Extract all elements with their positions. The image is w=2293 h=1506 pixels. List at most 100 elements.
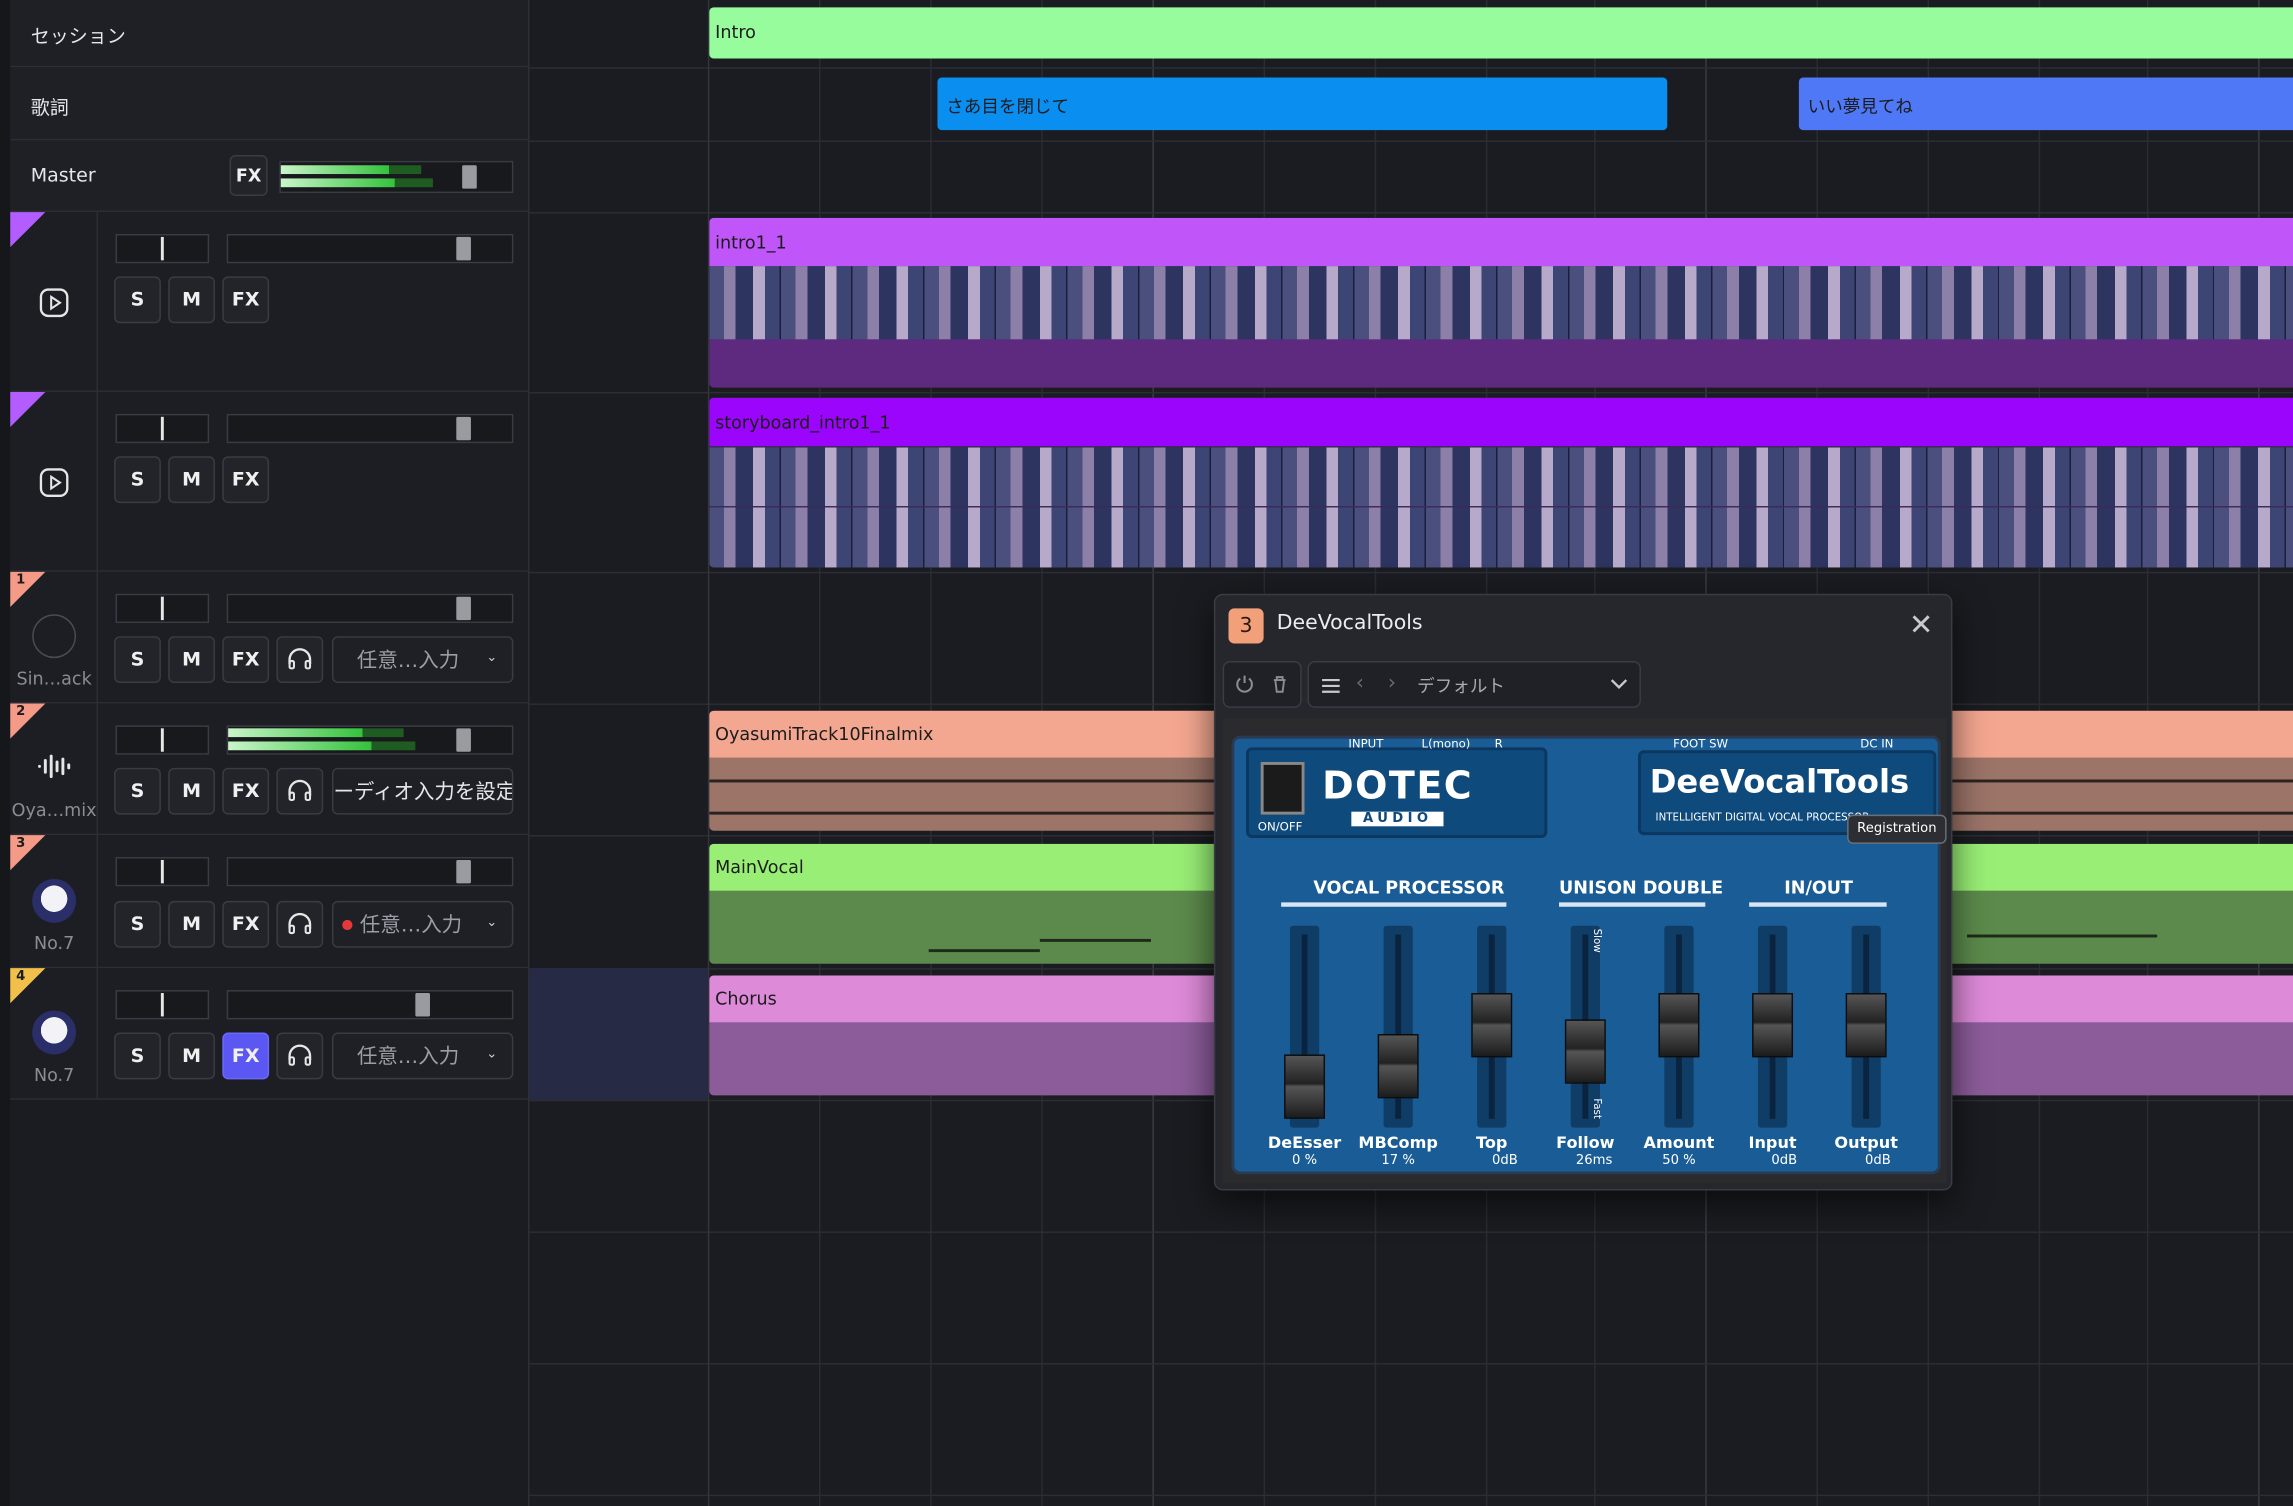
menu-icon[interactable] [1321, 677, 1341, 695]
audio-input-select[interactable]: ーディオ入力を設定 [331, 767, 514, 815]
audio-input-select[interactable]: 任意…入力 ⌄ [331, 900, 514, 948]
output-slider[interactable] [1845, 925, 1887, 1128]
solo-button[interactable]: S [114, 276, 161, 324]
lyric-clip[interactable]: いい夢見てね [1798, 77, 2293, 131]
pan-control[interactable] [115, 234, 210, 264]
session-row[interactable]: セッション [10, 0, 528, 68]
track-video-1[interactable]: S M FX [10, 212, 528, 392]
solo-button[interactable]: S [114, 636, 161, 683]
fx-button[interactable]: FX [222, 767, 270, 815]
mute-button[interactable]: M [168, 900, 215, 948]
onoff-switch[interactable] [1260, 761, 1305, 815]
input-select-value: 任意…入力 [356, 649, 460, 673]
lyric-clip[interactable]: さあ目を閉じて [937, 77, 1668, 131]
deesser-slider[interactable] [1284, 925, 1326, 1128]
video-clip[interactable]: storyboard_intro1_1 [709, 397, 2293, 568]
volume-fader[interactable] [226, 990, 514, 1020]
pan-control[interactable] [115, 593, 210, 624]
volume-fader[interactable] [226, 593, 514, 624]
brand-logo: DOTEC [1322, 764, 1474, 809]
master-fader[interactable] [279, 160, 514, 194]
track-1[interactable]: 1 Sin…ack S M FX 任意…入力 ⌄ [10, 571, 528, 704]
solo-button[interactable]: S [114, 767, 161, 815]
chevron-down-icon[interactable] [1610, 679, 1628, 691]
fx-button[interactable]: FX [222, 636, 270, 683]
mute-button[interactable]: M [168, 767, 215, 815]
knob-value: 26ms [1575, 1153, 1613, 1169]
solo-button[interactable]: S [114, 1032, 161, 1080]
volume-fader[interactable] [226, 413, 514, 444]
chevron-right-icon[interactable]: › [1388, 671, 1396, 694]
fx-button[interactable]: FX [222, 456, 270, 504]
slider-cap[interactable] [1845, 993, 1887, 1058]
avatar-empty [32, 614, 77, 659]
track-video-2[interactable]: S M FX [10, 391, 528, 572]
panel-divider [527, 0, 530, 1506]
power-icon[interactable] [1234, 674, 1254, 694]
chevron-left-icon[interactable]: ‹ [1356, 671, 1364, 694]
fader-knob[interactable] [456, 596, 471, 621]
mute-button[interactable]: M [168, 636, 215, 683]
fx-button-active[interactable]: FX [222, 1032, 270, 1080]
monitor-headphones-button[interactable] [276, 636, 324, 683]
session-clip[interactable]: Intro [709, 7, 2293, 59]
pan-control[interactable] [115, 857, 210, 887]
mute-button[interactable]: M [168, 456, 215, 504]
volume-fader[interactable] [226, 725, 514, 755]
follow-slider[interactable] [1564, 925, 1606, 1128]
slider-cap[interactable] [1377, 1033, 1419, 1099]
fx-button[interactable]: FX [222, 276, 270, 324]
top-slider[interactable] [1471, 925, 1513, 1128]
track-2[interactable]: 2 Oya…mix S M FX ーディオ入力を設定 [10, 703, 528, 836]
monitor-headphones-button[interactable] [276, 1032, 324, 1080]
plugin-track-badge: 3 [1228, 608, 1264, 644]
monitor-headphones-button[interactable] [276, 767, 324, 815]
pan-control[interactable] [115, 990, 210, 1020]
track-number: 3 [16, 836, 26, 852]
input-select-value: 任意…入力 [359, 914, 463, 938]
track-4[interactable]: 4 No.7 S M FX 任意…入力 ⌄ [10, 968, 528, 1100]
video-clip[interactable]: intro1_1 [709, 217, 2293, 388]
solo-button[interactable]: S [114, 456, 161, 504]
waveform [1967, 934, 2158, 938]
mbcomp-slider[interactable] [1377, 925, 1419, 1128]
fx-button[interactable]: FX [222, 900, 270, 948]
slider-cap[interactable] [1564, 1019, 1606, 1084]
slider-cap[interactable] [1471, 993, 1513, 1058]
solo-button[interactable]: S [114, 900, 161, 948]
master-row[interactable]: Master FX [10, 140, 528, 213]
mute-button[interactable]: M [168, 1032, 215, 1080]
fader-knob[interactable] [456, 416, 471, 441]
volume-fader[interactable] [226, 234, 514, 264]
pan-control[interactable] [115, 725, 210, 755]
trash-icon[interactable] [1269, 674, 1289, 694]
monitor-headphones-button[interactable] [276, 900, 324, 948]
fader-knob[interactable] [456, 859, 471, 884]
plugin-window[interactable]: 3 DeeVocalTools ✕ ‹ › デフォルト ON/OFF DOTEC… [1213, 593, 1953, 1191]
audio-input-select[interactable]: 任意…入力 ⌄ [331, 1032, 514, 1080]
master-fx-button[interactable]: FX [229, 155, 268, 196]
input-slider[interactable] [1752, 925, 1794, 1128]
volume-fader[interactable] [226, 857, 514, 887]
close-icon[interactable]: ✕ [1909, 607, 1934, 642]
slider-cap[interactable] [1752, 993, 1794, 1058]
pedal-body: ON/OFF DOTEC AUDIO INPUT L(mono) R FOOT … [1231, 735, 1941, 1175]
session-label: セッション [30, 26, 126, 49]
master-fader-knob[interactable] [462, 165, 477, 189]
input-jack-label: INPUT [1348, 737, 1384, 751]
fader-knob[interactable] [415, 993, 430, 1017]
slider-cap[interactable] [1658, 993, 1700, 1058]
slider-cap[interactable] [1284, 1054, 1326, 1119]
amount-slider[interactable] [1658, 925, 1700, 1128]
track-3[interactable]: 3 No.7 S M FX 任意…入力 ⌄ [10, 835, 528, 969]
master-meter-left-dark [389, 165, 422, 175]
fader-knob[interactable] [456, 236, 471, 261]
lyrics-row[interactable]: 歌詞 [10, 67, 528, 141]
audio-input-select[interactable]: 任意…入力 ⌄ [331, 636, 514, 683]
preset-selector[interactable]: ‹ › デフォルト [1307, 661, 1641, 708]
pan-control[interactable] [115, 413, 210, 444]
mute-button[interactable]: M [168, 276, 215, 324]
registration-button[interactable]: Registration [1847, 814, 1947, 844]
fader-knob[interactable] [456, 728, 471, 752]
onoff-label: ON/OFF [1257, 820, 1303, 834]
